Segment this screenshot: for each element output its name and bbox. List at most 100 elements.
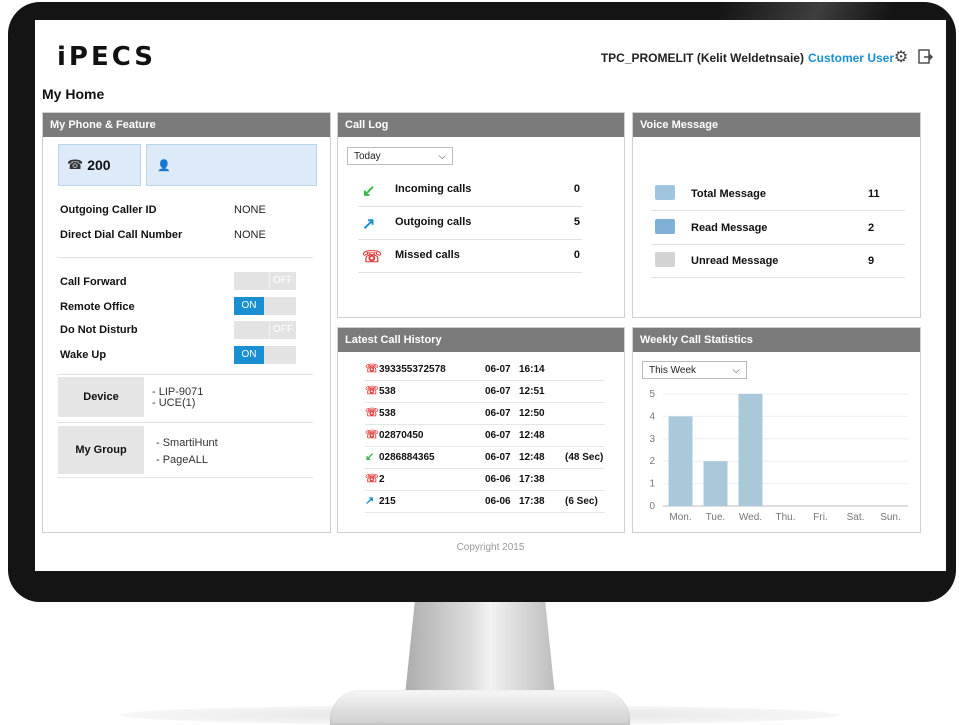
divider	[57, 422, 313, 423]
direct-dial-value: NONE	[234, 229, 266, 241]
remote-office-toggle[interactable]: ON	[234, 297, 296, 315]
history-row[interactable]: ☏ 02870450 06-07 12:48	[365, 425, 605, 447]
history-date: 06-07	[485, 430, 511, 441]
selected-value: This Week	[649, 365, 697, 376]
history-date: 06-07	[485, 364, 511, 375]
history-time: 12:50	[519, 408, 545, 419]
desk-phone-icon: ☎	[67, 157, 84, 172]
divider	[57, 374, 313, 375]
user-name-box: 👤	[146, 144, 317, 186]
x-tick-label: Thu.	[775, 512, 795, 523]
history-date: 06-06	[485, 496, 511, 507]
voice-message-label: Read Message	[691, 222, 768, 234]
weekly-period-select[interactable]: This Week ⌵	[642, 361, 747, 379]
history-row[interactable]: ☏ 393355372578 06-07 16:14	[365, 359, 605, 381]
panel-header: Voice Message	[633, 113, 920, 137]
history-number: 538	[379, 408, 396, 419]
device-value: - UCE(1)	[152, 397, 196, 409]
call-log-label: Missed calls	[395, 249, 460, 261]
app-screen: iPECS TPC_PROMELIT (Kelit Weldetnsaie) Cu…	[35, 20, 946, 571]
call-log-row: ☏ Missed calls 0	[358, 240, 582, 273]
group-value: - SmartiHunt	[156, 437, 218, 449]
panel-header: My Phone & Feature	[43, 113, 330, 137]
history-number: 538	[379, 386, 396, 397]
history-number: 02870450	[379, 430, 424, 441]
voice-message-row: Unread Message 9	[651, 244, 905, 278]
outgoing-caller-id-value: NONE	[234, 204, 266, 216]
history-duration: (6 Sec)	[565, 496, 598, 507]
monitor-base	[330, 690, 630, 725]
panel-header: Latest Call History	[338, 328, 624, 352]
history-time: 17:38	[519, 474, 545, 485]
toggle-state: ON	[234, 297, 264, 315]
voice-message-label: Unread Message	[691, 255, 779, 267]
x-tick-label: Wed.	[739, 512, 762, 523]
history-row[interactable]: ☏ 2 06-06 17:38	[365, 469, 605, 491]
x-tick-label: Sun.	[880, 512, 901, 523]
total-message-icon	[655, 185, 675, 200]
voice-message-label: Total Message	[691, 188, 766, 200]
do-not-disturb-toggle[interactable]: OFF	[234, 321, 296, 339]
user-name: TPC_PROMELIT (Kelit Weldetnsaie)	[600, 51, 804, 65]
history-date: 06-07	[485, 408, 511, 419]
missed-call-icon: ☏	[365, 363, 379, 375]
settings-gear-icon[interactable]: ⚙	[892, 48, 910, 66]
my-phone-panel: My Phone & Feature ☎ 200 👤 Outgoing Call…	[42, 112, 331, 533]
x-tick-label: Fri.	[813, 512, 827, 523]
missed-call-icon: ☏	[365, 429, 379, 441]
user-icon: 👤	[157, 159, 171, 172]
missed-call-icon: ☏	[362, 249, 383, 266]
history-time: 12:48	[519, 430, 545, 441]
read-message-icon	[655, 219, 675, 234]
feature-label: Call Forward	[60, 276, 127, 288]
latest-call-history-panel: Latest Call History ☏ 393355372578 06-07 16…	[337, 327, 625, 533]
user-info: TPC_PROMELIT (Kelit Weldetnsaie) Customer…	[601, 51, 894, 65]
missed-call-icon: ☏	[365, 473, 379, 485]
chevron-down-icon: ⌵	[438, 151, 446, 162]
voice-message-count: 11	[868, 188, 880, 200]
logout-icon[interactable]	[916, 48, 934, 66]
weekly-call-statistics-panel: Weekly Call Statistics This Week ⌵ 0 1 2 3 4…	[632, 327, 921, 533]
voice-message-row: Total Message 11	[651, 177, 905, 211]
voice-message-count: 2	[868, 222, 875, 234]
unread-message-icon	[655, 252, 675, 267]
call-forward-toggle[interactable]: OFF	[234, 272, 296, 290]
call-log-label: Outgoing calls	[395, 216, 472, 228]
x-tick-label: Sat.	[847, 512, 865, 523]
history-time: 12:48	[519, 452, 545, 463]
divider	[57, 257, 313, 258]
call-log-count: 0	[573, 183, 580, 195]
history-number: 393355372578	[379, 364, 446, 375]
y-tick-label: 1	[649, 479, 655, 490]
toggle-state: OFF	[269, 272, 296, 290]
call-log-count: 0	[573, 249, 580, 261]
toggle-state: OFF	[269, 321, 296, 339]
panel-header: Call Log	[338, 113, 624, 137]
y-tick-label: 2	[649, 456, 655, 467]
direct-dial-label: Direct Dial Call Number	[60, 229, 183, 241]
user-role: Customer User	[807, 51, 894, 65]
device-label: Device	[58, 377, 144, 417]
incoming-call-icon: ↙	[362, 183, 376, 200]
my-group-label: My Group	[58, 426, 144, 474]
ipecs-logo: iPECS	[57, 42, 157, 72]
outgoing-call-icon: ↗	[362, 216, 376, 233]
toggle-state: ON	[234, 346, 264, 364]
call-log-period-select[interactable]: Today ⌵	[347, 147, 453, 165]
history-row[interactable]: ☏ 538 06-07 12:50	[365, 403, 605, 425]
history-number: 0286884365	[379, 452, 435, 463]
history-row[interactable]: ↙ 0286884365 06-07 12:48 (48 Sec)	[365, 447, 605, 469]
feature-label: Remote Office	[60, 301, 135, 313]
history-row[interactable]: ☏ 538 06-07 12:51	[365, 381, 605, 403]
history-row[interactable]: ↗ 215 06-06 17:38 (6 Sec)	[365, 491, 605, 513]
page-title: My Home	[42, 86, 105, 102]
y-tick-label: 4	[649, 411, 655, 422]
weekly-call-chart: 0 1 2 3 4 5 Mon. Tue. Wed. Thu. Fri. Sat. Sun.	[649, 389, 908, 523]
wake-up-toggle[interactable]: ON	[234, 346, 296, 364]
group-value: - PageALL	[156, 454, 208, 466]
voice-message-count: 9	[868, 255, 875, 267]
copyright: Copyright 2015	[456, 542, 525, 553]
bar-mon	[668, 416, 693, 506]
voice-message-row: Read Message 2	[651, 211, 905, 245]
history-time: 12:51	[519, 386, 545, 397]
